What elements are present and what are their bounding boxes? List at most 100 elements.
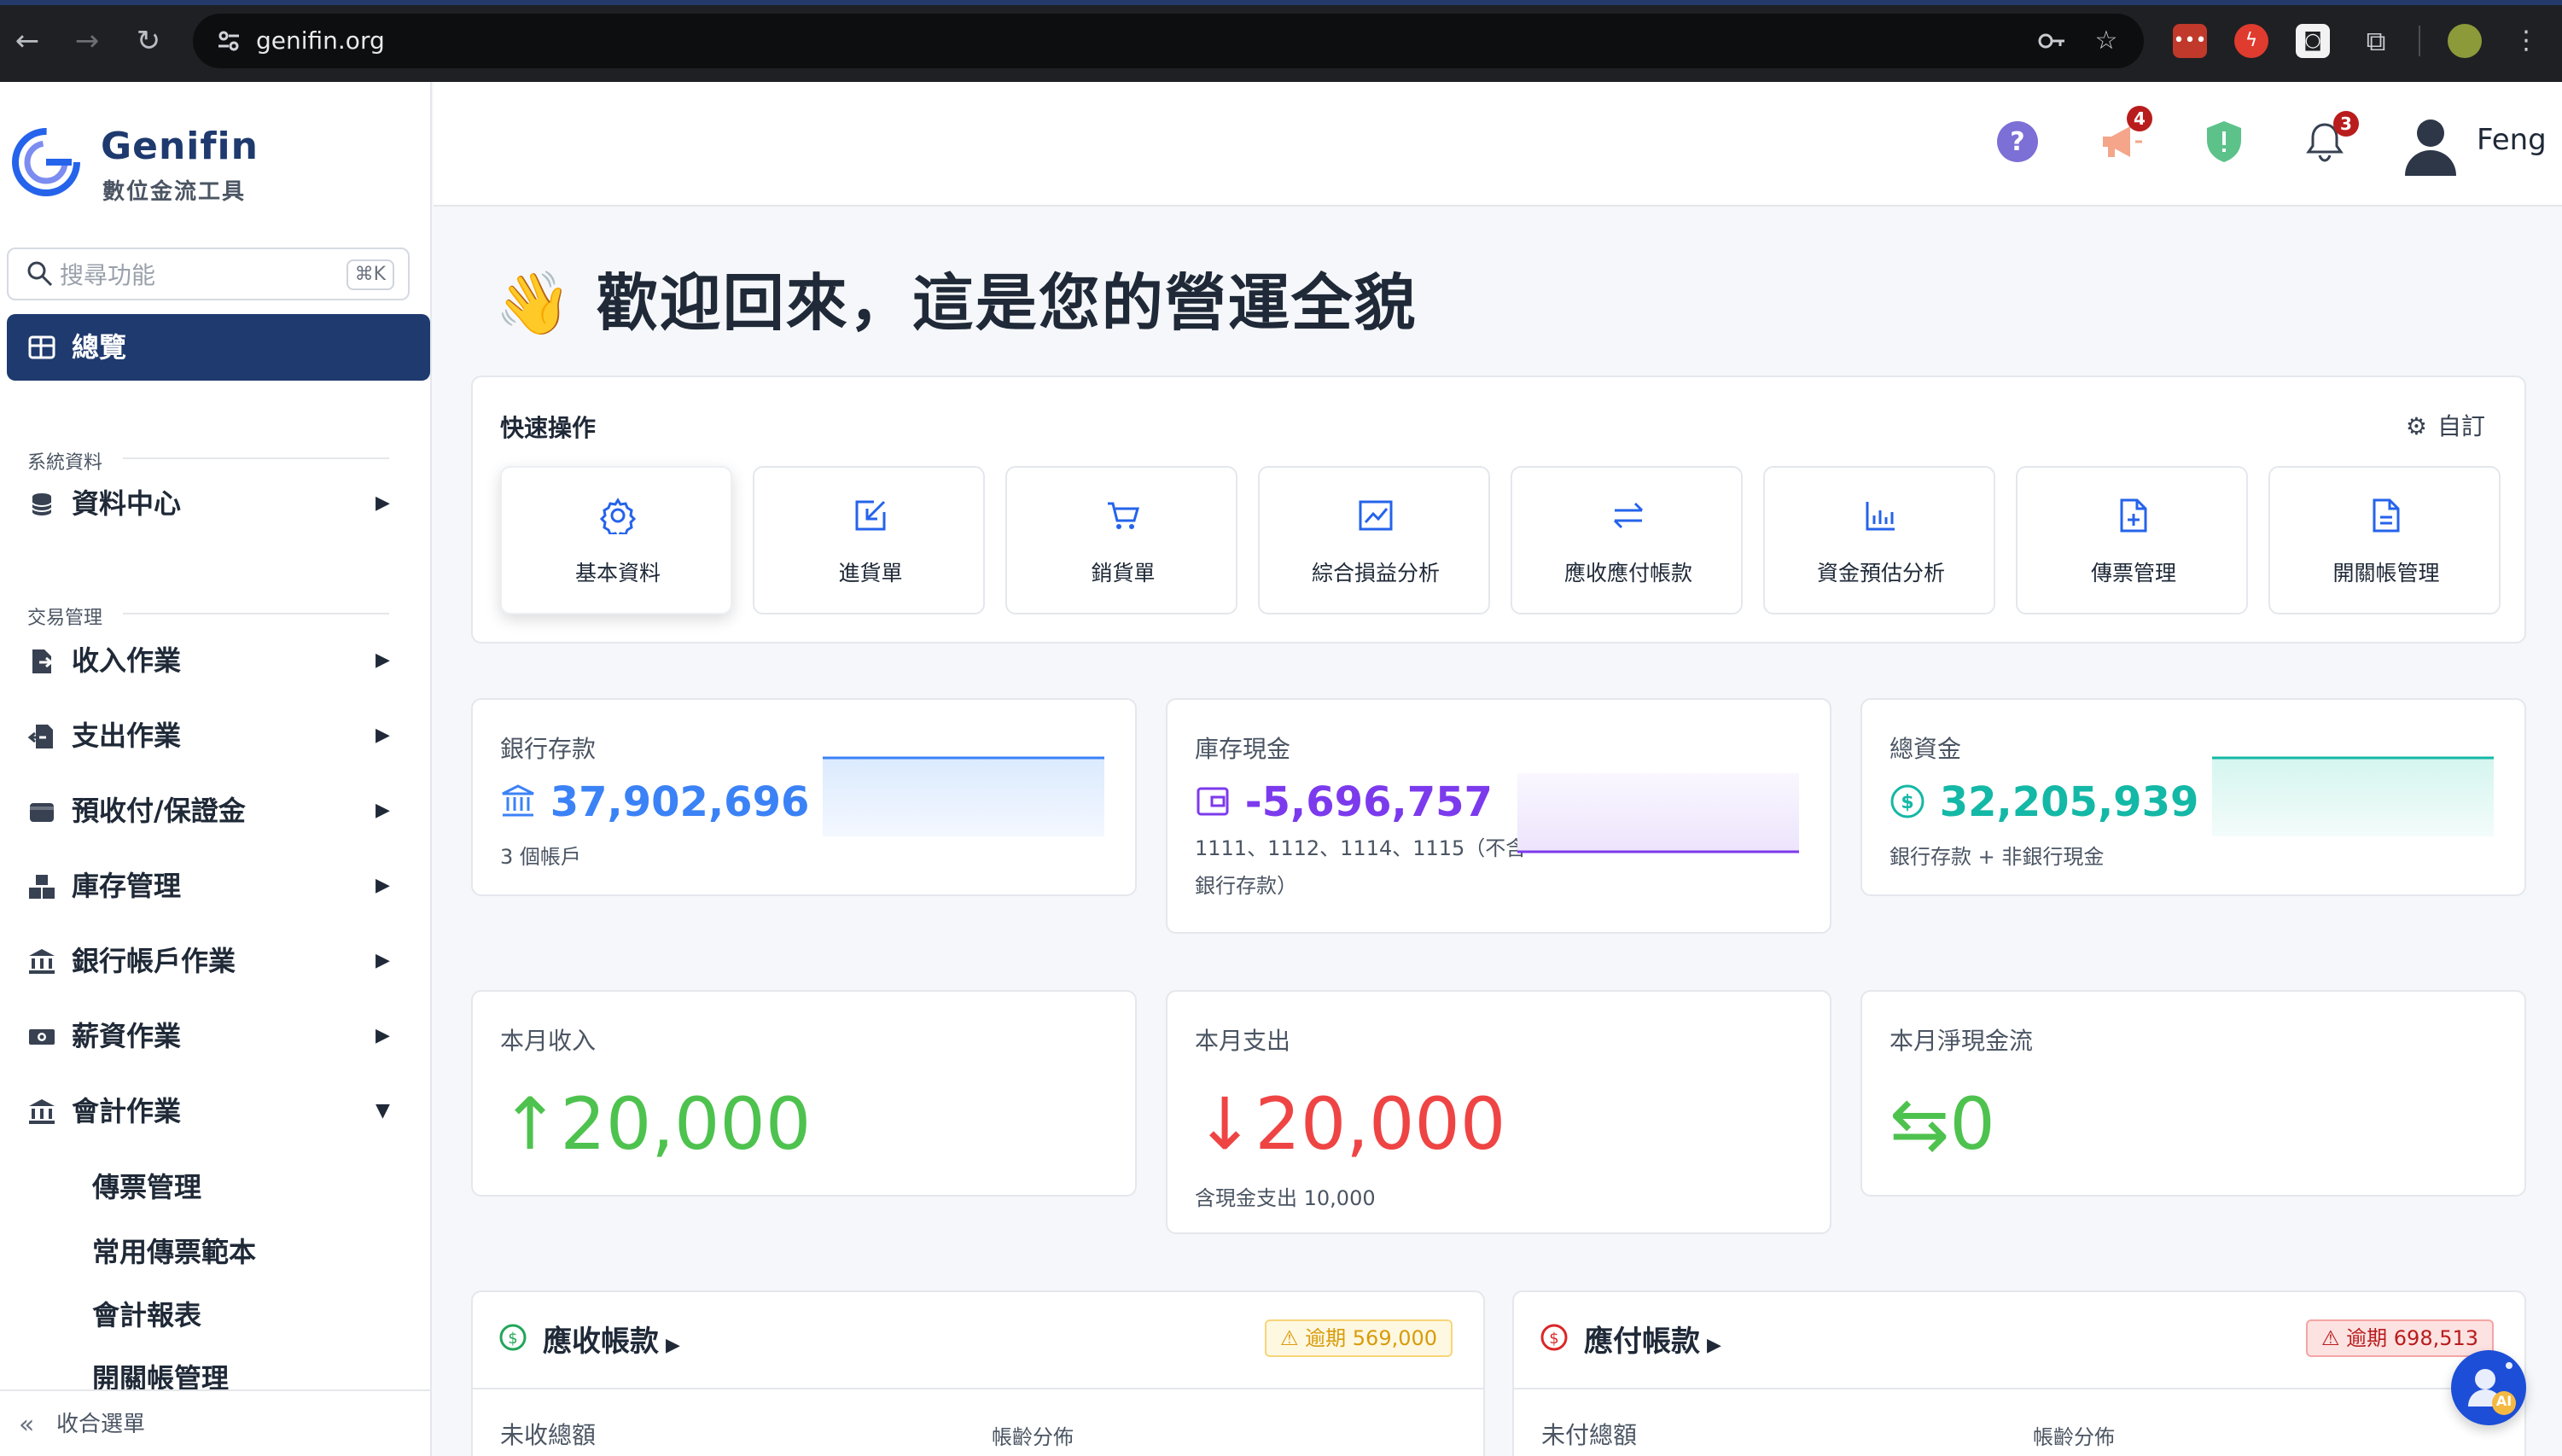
sidebar-item-income[interactable]: 收入作業 ▶	[0, 633, 430, 688]
quick-action-label: 銷貨單	[1091, 561, 1156, 585]
flow-value: ⇆0	[1889, 1082, 1995, 1166]
sidebar-item-payroll[interactable]: 薪資作業 ▶	[0, 1009, 430, 1063]
sidebar-subitem-reports[interactable]: 會計報表	[92, 1294, 201, 1333]
waving-hand-icon: 👋	[495, 267, 574, 339]
search-box[interactable]: ⌘K	[7, 248, 410, 300]
user-name[interactable]: Feng	[2477, 123, 2547, 157]
receivable-title-link[interactable]: 應收帳款 ▶	[543, 1318, 680, 1360]
extension-lightning-icon[interactable]: ϟ	[2234, 24, 2268, 58]
quick-action-label: 綜合損益分析	[1311, 561, 1440, 585]
customize-label: 自訂	[2437, 412, 2485, 440]
accounts-payable-panel: $ 應付帳款 ▶ ⚠ 逾期 698,513 未付總額 帳齡分佈	[1512, 1290, 2526, 1456]
svg-text:?: ?	[2010, 127, 2024, 157]
sidebar-item-data-center[interactable]: 資料中心 ▶	[0, 476, 430, 531]
ai-assistant-button[interactable]: AI	[2451, 1350, 2526, 1425]
stat-subtext: 3 個帳戶	[500, 845, 581, 869]
notice-count-badge: 4	[2127, 106, 2152, 131]
bank-icon	[502, 784, 534, 817]
sidebar-item-label: 預收付/保證金	[72, 795, 246, 827]
monthly-net-cashflow-card[interactable]: 本月淨現金流 ⇆0	[1860, 990, 2526, 1197]
quick-action-purchase-order[interactable]: 進貨單	[753, 466, 985, 614]
cash-on-hand-card[interactable]: 庫存現金 -5,696,757 1111、1112、1114、1115（不含銀行…	[1166, 698, 1831, 934]
svg-text:$: $	[1549, 1330, 1558, 1348]
database-icon	[27, 490, 56, 519]
document-icon	[2373, 498, 2400, 533]
flow-subtext: 含現金支出 10,000	[1195, 1186, 1376, 1210]
warning-icon: ⚠	[2321, 1326, 2340, 1350]
bank-icon	[27, 947, 56, 976]
customize-button[interactable]: ⚙ 自訂	[2406, 408, 2485, 442]
site-settings-icon[interactable]	[213, 26, 244, 56]
receivable-overdue-text: 逾期 569,000	[1305, 1326, 1438, 1350]
caret-right-icon: ▶	[376, 1025, 390, 1046]
extension-password-icon[interactable]: •••	[2173, 24, 2207, 58]
receivable-aging-label: 帳齡分佈	[992, 1425, 1074, 1449]
ai-label: AI	[2495, 1393, 2513, 1409]
collapse-menu-button[interactable]: « 收合選單	[0, 1389, 430, 1456]
url-text[interactable]: genifin.org	[256, 14, 385, 68]
quick-action-cash-forecast[interactable]: 資金預估分析	[1763, 466, 1995, 614]
monthly-expense-card[interactable]: 本月支出 ↓20,000 含現金支出 10,000	[1166, 990, 1831, 1234]
sidebar-item-inventory[interactable]: 庫存管理 ▶	[0, 859, 430, 913]
dollar-circle-icon: $	[1540, 1324, 1568, 1351]
dollar-circle-icon: $	[499, 1324, 527, 1351]
extension-square-icon[interactable]: ◙	[2296, 24, 2330, 58]
sidebar-item-label: 薪資作業	[72, 1020, 182, 1052]
payable-total-label: 未付總額	[1541, 1421, 1638, 1449]
sidebar-subitem-vouchers[interactable]: 傳票管理	[92, 1166, 201, 1205]
quick-action-sales-order[interactable]: 銷貨單	[1005, 466, 1237, 614]
stat-subtext: 銀行存款 + 非銀行現金	[1889, 845, 2105, 869]
bank-deposit-card[interactable]: 銀行存款 37,902,696 3 個帳戶	[471, 698, 1137, 896]
quick-action-period-closing[interactable]: 開關帳管理	[2268, 466, 2501, 614]
search-input[interactable]	[60, 256, 333, 294]
back-arrow-icon[interactable]: ←	[5, 19, 49, 63]
receivable-overdue-badge[interactable]: ⚠ 逾期 569,000	[1265, 1319, 1453, 1357]
browser-menu-icon[interactable]: ⋮	[2509, 24, 2543, 58]
payable-title-link[interactable]: 應付帳款 ▶	[1584, 1318, 1721, 1360]
quick-actions-title: 快速操作	[500, 414, 597, 442]
exchange-icon	[1613, 502, 1644, 529]
file-plus-icon	[2120, 498, 2147, 533]
receivable-title: 應收帳款	[543, 1325, 659, 1359]
bookmark-star-icon[interactable]: ☆	[2091, 26, 2122, 56]
monthly-income-card[interactable]: 本月收入 ↑20,000	[471, 990, 1137, 1197]
help-icon[interactable]: ?	[1994, 118, 2041, 166]
flow-value: ↓20,000	[1195, 1082, 1505, 1166]
sidebar-item-expense[interactable]: 支出作業 ▶	[0, 708, 430, 763]
payable-title: 應付帳款	[1584, 1325, 1700, 1359]
tab-strip-edge	[0, 0, 2562, 5]
bar-chart-icon	[1866, 502, 1895, 531]
stat-subtext: 1111、1112、1114、1115（不含銀行存款）	[1195, 836, 1527, 898]
quick-action-vouchers[interactable]: 傳票管理	[2016, 466, 2248, 614]
total-funds-card[interactable]: 總資金 $ 32,205,939 銀行存款 + 非銀行現金	[1860, 698, 2526, 896]
forward-arrow-icon[interactable]: →	[65, 19, 109, 63]
quick-action-pnl-analysis[interactable]: 綜合損益分析	[1258, 466, 1490, 614]
warning-icon: ⚠	[1280, 1326, 1299, 1350]
key-icon[interactable]	[2036, 26, 2067, 56]
sidebar-item-overview[interactable]: 總覽	[7, 314, 430, 381]
address-bar[interactable]: genifin.org ☆	[193, 14, 2144, 68]
sidebar-item-label: 支出作業	[72, 719, 182, 752]
wallet-icon	[27, 797, 56, 826]
quick-action-ar-ap[interactable]: 應收應付帳款	[1511, 466, 1743, 614]
user-avatar[interactable]	[2396, 109, 2465, 178]
sidebar-item-prepayment[interactable]: 預收付/保證金 ▶	[0, 783, 430, 838]
caret-right-icon: ▶	[376, 875, 390, 896]
bank-icon	[27, 1098, 56, 1127]
genifin-logo-icon[interactable]	[10, 126, 82, 198]
quick-action-label: 基本資料	[574, 561, 661, 585]
sidebar-subitem-voucher-templates[interactable]: 常用傳票範本	[92, 1231, 256, 1270]
profile-avatar-icon[interactable]	[2448, 24, 2482, 58]
sidebar-item-bank-accounts[interactable]: 銀行帳戶作業 ▶	[0, 934, 430, 988]
bank-deposit-amount: 37,902,696	[550, 778, 810, 826]
brand-subtitle: 數位金流工具	[102, 179, 247, 205]
dollar-circle-icon: $	[1890, 784, 1924, 818]
shield-alert-icon[interactable]	[2200, 118, 2248, 166]
extensions-puzzle-icon[interactable]: ⧉	[2359, 24, 2393, 58]
reload-icon[interactable]: ↻	[126, 19, 171, 63]
sidebar-item-label: 收入作業	[72, 644, 182, 677]
sidebar-item-accounting[interactable]: 會計作業 ▼	[0, 1084, 430, 1139]
quick-action-basic-data[interactable]: 基本資料	[500, 466, 732, 614]
total-funds-sparkline	[2212, 756, 2494, 836]
browser-toolbar: ← → ↻ genifin.org ☆ ••• ϟ ◙ ⧉ ⋮	[0, 0, 2562, 82]
